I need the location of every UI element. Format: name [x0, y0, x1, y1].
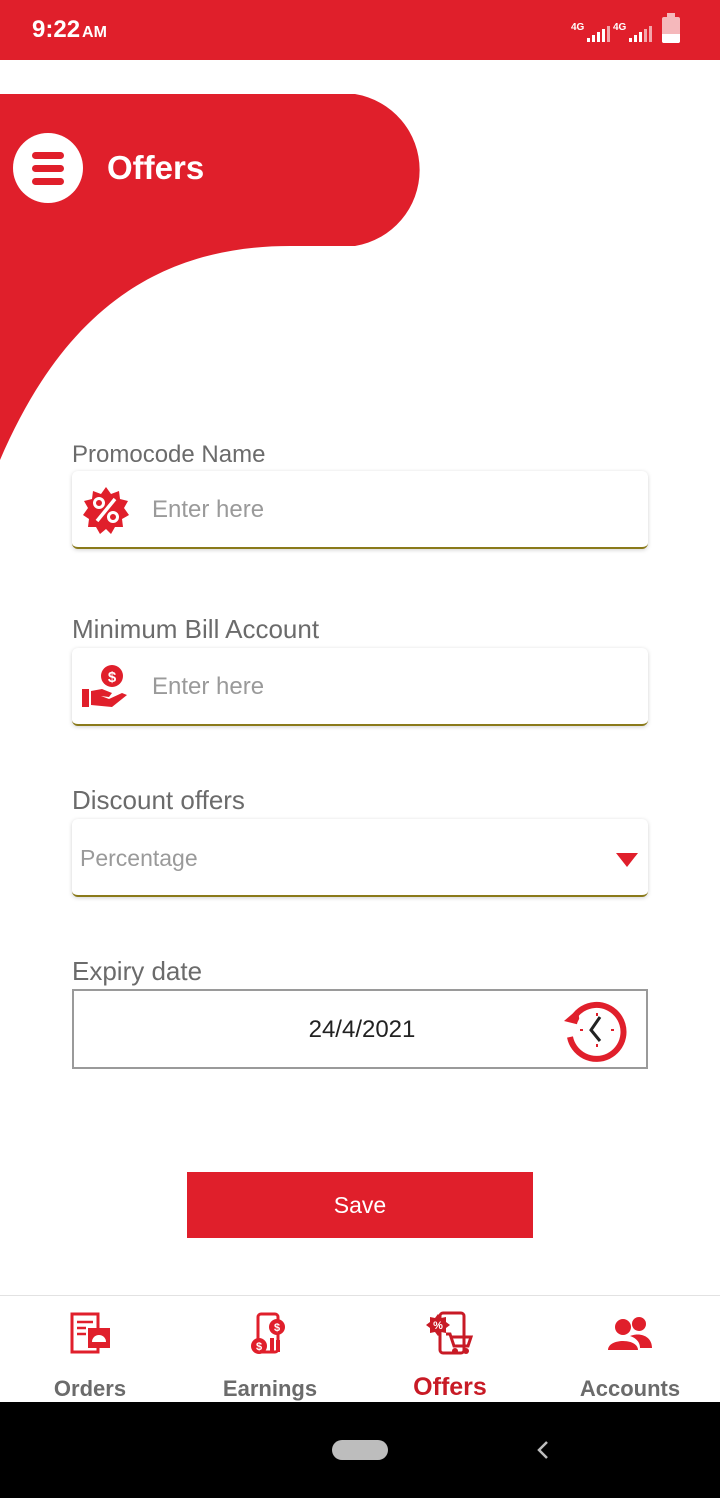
min-bill-field: $ — [72, 648, 648, 726]
nav-orders-label: Orders — [53, 1376, 127, 1401]
discount-select[interactable]: Percentage — [72, 819, 648, 897]
promocode-label: Promocode Name — [72, 441, 266, 468]
battery-icon — [662, 13, 680, 43]
money-hand-icon: $ — [82, 665, 127, 707]
earnings-icon: $ $ — [251, 1312, 285, 1354]
save-button[interactable]: Save — [187, 1172, 533, 1238]
accounts-icon — [608, 1317, 652, 1350]
discount-badge-icon — [83, 487, 129, 534]
svg-text:%: % — [433, 1320, 443, 1332]
network-type-1: 4G — [571, 22, 585, 33]
signal-icon — [587, 24, 610, 42]
nav-orders[interactable]: Orders — [0, 1296, 180, 1403]
offers-icon: % — [426, 1311, 474, 1355]
nav-earnings[interactable]: $ $ Earnings — [180, 1296, 360, 1403]
promocode-field — [72, 471, 648, 549]
back-icon[interactable] — [532, 1438, 556, 1462]
discount-selected-value: Percentage — [80, 845, 198, 871]
svg-text:$: $ — [256, 1341, 262, 1353]
home-pill-button[interactable] — [332, 1440, 388, 1460]
menu-icon — [32, 151, 64, 159]
nav-offers-label: Offers — [413, 1373, 487, 1401]
signal-icon — [629, 24, 652, 42]
network-type-2: 4G — [613, 22, 627, 33]
clock-history-icon[interactable] — [562, 997, 628, 1063]
nav-accounts[interactable]: Accounts — [540, 1296, 720, 1403]
min-bill-input[interactable] — [150, 666, 624, 708]
svg-text:$: $ — [108, 669, 117, 686]
promocode-input[interactable] — [150, 489, 624, 531]
menu-button[interactable] — [13, 133, 83, 203]
min-bill-label: Minimum Bill Account — [72, 614, 320, 644]
system-navigation-bar — [0, 1402, 720, 1498]
orders-icon — [70, 1312, 110, 1354]
discount-label: Discount offers — [72, 785, 245, 815]
dropdown-arrow-icon — [616, 853, 638, 867]
nav-accounts-label: Accounts — [579, 1376, 681, 1401]
bottom-navigation: Orders $ $ Earnings % Offers Accounts — [0, 1295, 720, 1403]
nav-earnings-label: Earnings — [222, 1376, 318, 1401]
page-title: Offers — [107, 149, 205, 186]
expiry-label: Expiry date — [72, 956, 203, 986]
status-bar: 9:22 AM 4G 4G — [0, 0, 720, 60]
nav-offers[interactable]: % Offers — [360, 1296, 540, 1403]
header-wave — [0, 94, 420, 460]
expiry-date-field[interactable]: 24/4/2021 — [72, 989, 648, 1069]
svg-text:$: $ — [274, 1322, 280, 1334]
status-time: 9:22 AM — [32, 16, 107, 43]
